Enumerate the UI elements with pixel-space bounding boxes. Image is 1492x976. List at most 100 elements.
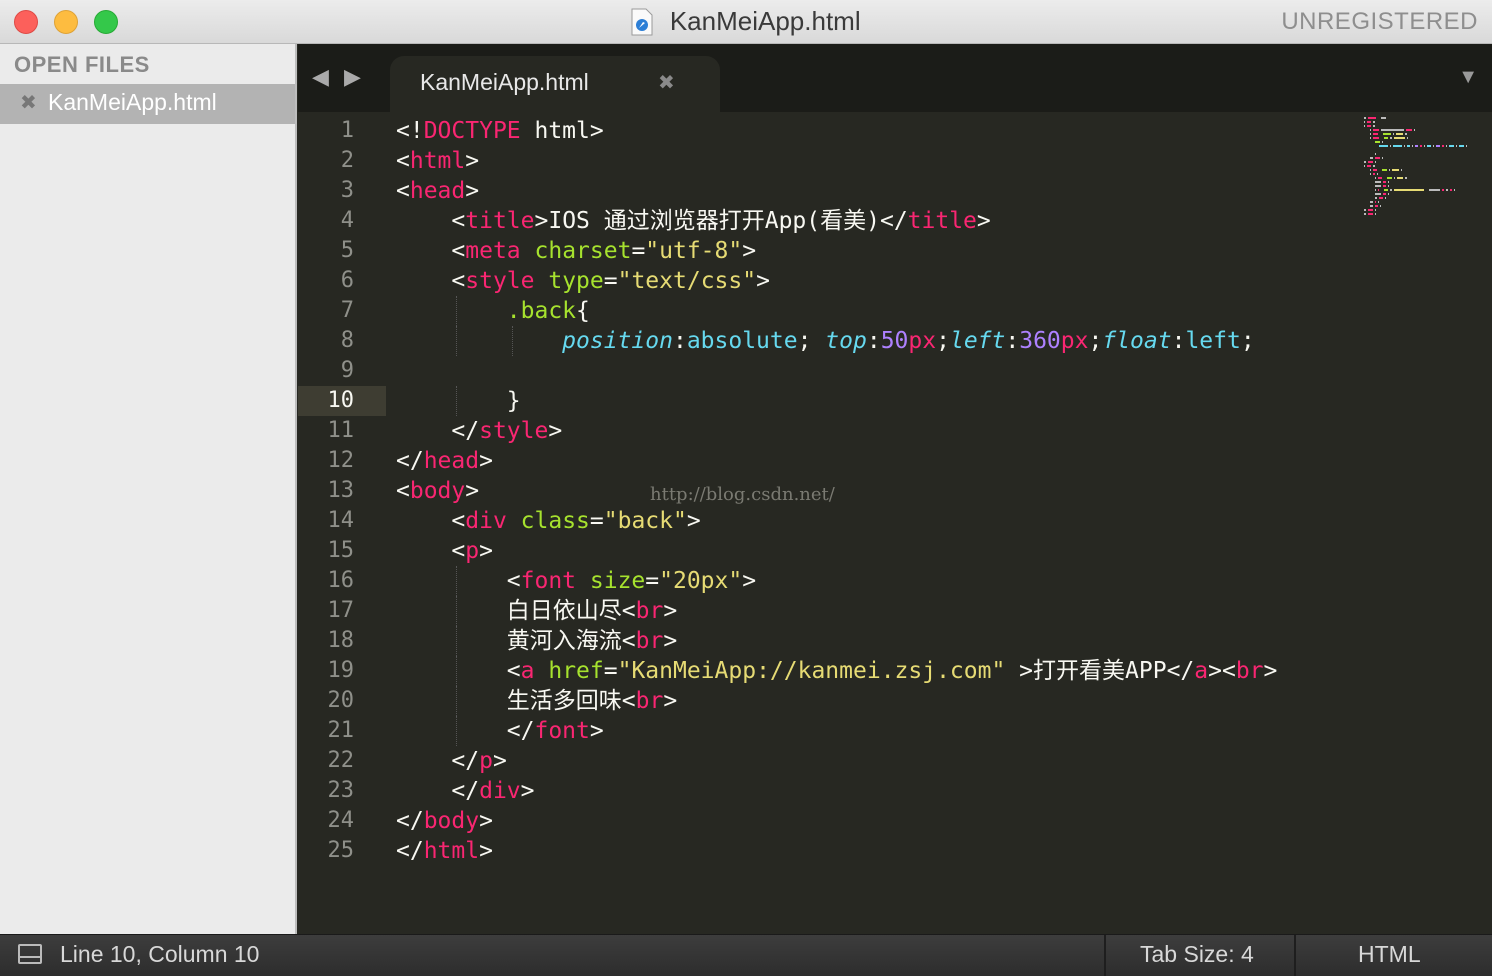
- code-token: =: [631, 238, 646, 264]
- indent-guide: [456, 626, 458, 656]
- tab-kanmeiapp[interactable]: KanMeiApp.html ✖: [390, 56, 720, 112]
- code-token: >: [492, 748, 507, 774]
- tab-size-selector[interactable]: Tab Size: 4: [1140, 941, 1254, 968]
- indent-guide: [456, 596, 458, 626]
- panel-toggle-icon[interactable]: [18, 944, 42, 964]
- code-line: <a href="KanMeiApp://kanmei.zsj.com" >打开…: [396, 656, 1277, 686]
- line-number: 22: [327, 748, 355, 773]
- syntax-selector[interactable]: HTML: [1358, 941, 1421, 968]
- code-token: </: [396, 808, 424, 834]
- license-badge: UNREGISTERED: [1281, 8, 1478, 35]
- title-wrap: KanMeiApp.html: [0, 6, 1492, 37]
- close-file-icon[interactable]: ✖: [20, 90, 37, 115]
- code-token: <: [396, 538, 466, 564]
- minimap-line: [1364, 212, 1484, 216]
- line-number: 20: [327, 688, 355, 713]
- code-token: :: [1171, 328, 1186, 354]
- code-token: 360: [1019, 328, 1061, 354]
- code-token: br: [635, 598, 664, 624]
- code-token: </: [396, 448, 424, 474]
- code-token: ;: [1088, 328, 1103, 354]
- title-bar: KanMeiApp.html UNREGISTERED: [0, 0, 1492, 44]
- code-token: </: [396, 418, 480, 444]
- code-token: <: [396, 238, 466, 264]
- code-token: body: [409, 478, 466, 504]
- code-token: head: [423, 448, 480, 474]
- line-number: 4: [340, 208, 354, 233]
- minimap[interactable]: [1364, 116, 1484, 216]
- line-number: 5: [340, 238, 354, 263]
- code-token: style: [479, 418, 549, 444]
- previous-tab-icon[interactable]: ◀: [312, 64, 329, 90]
- code-token: ;: [1240, 328, 1255, 354]
- code-token: >: [742, 238, 757, 264]
- code-line: 生活多回味<br>: [396, 686, 1277, 716]
- code-token: =: [589, 508, 604, 534]
- code-token: body: [423, 808, 480, 834]
- code-token: font: [520, 568, 577, 594]
- code-line: </html>: [396, 836, 1277, 866]
- code-token: >: [663, 628, 678, 654]
- code-line: <meta charset="utf-8">: [396, 236, 1277, 266]
- code-token: >: [756, 268, 770, 294]
- code-token: title: [907, 208, 977, 234]
- line-number: 24: [327, 808, 355, 833]
- code-token: br: [635, 628, 664, 654]
- code-token: <: [396, 178, 410, 204]
- sidebar-file-item[interactable]: ✖ KanMeiApp.html: [0, 84, 295, 124]
- code-token: >: [479, 538, 493, 564]
- code-token: size: [589, 568, 646, 594]
- code-token: </: [396, 748, 480, 774]
- code-token: 50: [880, 328, 909, 354]
- code-token: px: [908, 328, 937, 354]
- code-token: }: [396, 388, 521, 414]
- tab-bar: ◀ ▶ KanMeiApp.html ✖ ▼: [298, 44, 1492, 112]
- line-number-gutter: 1 2 3 4 5 6 7 8 9 10 11 12 13 14 15 16 17 18 19 20 21 22 23 24 2…: [298, 116, 386, 866]
- code-token: "text/css": [617, 268, 757, 294]
- indent-guide: [512, 326, 514, 356]
- code-token: >: [1263, 658, 1278, 684]
- indent-guide: [456, 296, 458, 326]
- code-line: <html>: [396, 146, 1277, 176]
- code-line: <p>: [396, 536, 1277, 566]
- code-token: <: [396, 268, 466, 294]
- code-token: p: [479, 748, 493, 774]
- code-token: </: [396, 838, 424, 864]
- code-token: html>: [520, 118, 604, 144]
- line-number: 11: [327, 418, 355, 443]
- cursor-position: Line 10, Column 10: [60, 941, 260, 967]
- code-token: a: [520, 658, 535, 684]
- code-line: .back{: [396, 296, 1277, 326]
- line-number: 2: [340, 148, 354, 173]
- code-token: "20px": [659, 568, 743, 594]
- code-editor[interactable]: 1 2 3 4 5 6 7 8 9 10 11 12 13 14 15 16 17 18 19 20 21 22 23 24 2…: [298, 112, 1492, 934]
- line-number: 17: [327, 598, 355, 623]
- line-number: 23: [327, 778, 355, 803]
- status-divider: [1294, 935, 1296, 976]
- code-token: 黄河入海流<: [396, 628, 636, 654]
- code-token: absolute: [686, 328, 798, 354]
- code-token: style: [465, 268, 535, 294]
- next-tab-icon[interactable]: ▶: [344, 64, 361, 90]
- code-token: type: [548, 268, 604, 294]
- code-area[interactable]: <!DOCTYPE html> <html> <head> <title>IOS 通…: [396, 116, 1277, 866]
- code-line: 白日依山尽<br>: [396, 596, 1277, 626]
- code-token: ><: [1208, 658, 1236, 684]
- line-number: 8: [340, 328, 354, 353]
- sidebar: OPEN FILES ✖ KanMeiApp.html: [0, 44, 297, 934]
- code-token: title: [465, 208, 535, 234]
- open-files-header: OPEN FILES: [14, 52, 150, 77]
- code-token: >: [589, 718, 604, 744]
- tab-menu-icon[interactable]: ▼: [1458, 66, 1478, 89]
- code-token: >: [479, 448, 493, 474]
- code-token: >: [686, 508, 701, 534]
- code-token: >: [520, 778, 535, 804]
- code-token: =: [603, 268, 618, 294]
- close-tab-icon[interactable]: ✖: [658, 70, 675, 95]
- code-token: <: [396, 208, 466, 234]
- code-line: <font size="20px">: [396, 566, 1277, 596]
